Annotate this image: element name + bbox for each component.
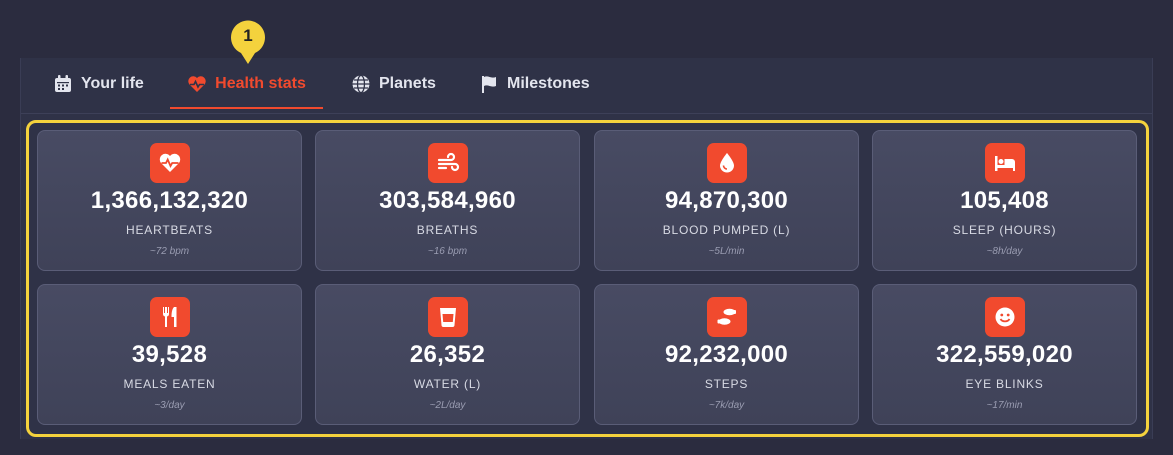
stat-rate: ~17/min: [986, 400, 1023, 411]
stat-rate: ~5L/min: [708, 246, 745, 257]
stat-card-steps: 92,232,000 STEPS ~7k/day: [594, 284, 859, 425]
stat-rate: ~8h/day: [986, 246, 1023, 257]
stat-value: 39,528: [131, 341, 208, 368]
footprints-icon: [717, 308, 736, 325]
stat-rate: ~16 bpm: [427, 246, 468, 257]
stat-value: 92,232,000: [664, 341, 789, 368]
stat-card-sleep: 105,408 SLEEP (HOURS) ~8h/day: [872, 130, 1137, 271]
stat-label: WATER (L): [413, 377, 482, 391]
bed-icon: [994, 156, 1015, 171]
stat-card-breaths: 303,584,960 BREATHS ~16 bpm: [315, 130, 580, 271]
stat-card-meals: 39,528 MEALS EATEN ~3/day: [37, 284, 302, 425]
blood-drop-icon: [719, 153, 734, 173]
utensils-icon: [162, 307, 176, 327]
heartbeat-icon: [188, 75, 206, 92]
globe-icon: [352, 74, 370, 93]
stat-label: MEALS EATEN: [123, 377, 216, 391]
stat-label: BLOOD PUMPED (L): [662, 223, 791, 237]
stat-label: HEARTBEATS: [126, 223, 213, 237]
stat-value: 1,366,132,320: [90, 187, 249, 214]
stat-rate: ~3/day: [154, 400, 185, 411]
stat-value: 322,559,020: [936, 341, 1073, 368]
stat-label: SLEEP (HOURS): [952, 223, 1057, 237]
tab-your-life[interactable]: Your life: [39, 58, 158, 109]
tab-label: Planets: [379, 74, 436, 92]
heartbeat-icon: [159, 153, 180, 172]
tab-milestones[interactable]: Milestones: [465, 58, 604, 109]
tab-bar: Your life Health stats Planets Milestone…: [21, 58, 1152, 114]
tab-planets[interactable]: Planets: [337, 58, 450, 109]
stat-label: BREATHS: [416, 223, 479, 237]
stat-label: EYE BLINKS: [965, 377, 1044, 391]
stat-rate: ~7k/day: [708, 400, 745, 411]
calendar-icon: [55, 74, 71, 92]
stat-card-water: 26,352 WATER (L) ~2L/day: [315, 284, 580, 425]
stat-value: 105,408: [960, 187, 1049, 214]
stat-card-blood-pumped: 94,870,300 BLOOD PUMPED (L) ~5L/min: [594, 130, 859, 271]
stat-value: 303,584,960: [379, 187, 516, 214]
stat-rate: ~2L/day: [429, 400, 466, 411]
flag-icon: [482, 75, 496, 93]
stat-value: 26,352: [409, 341, 486, 368]
stat-value: 94,870,300: [664, 187, 789, 214]
smile-icon: [995, 307, 1014, 327]
tab-label: Your life: [81, 74, 144, 92]
stat-card-eye-blinks: 322,559,020 EYE BLINKS ~17/min: [872, 284, 1137, 425]
stat-rate: ~72 bpm: [149, 246, 190, 257]
tab-label: Health stats: [215, 74, 306, 92]
stat-label: STEPS: [704, 377, 749, 391]
annotation-badge: 1: [229, 20, 267, 65]
glass-icon: [439, 308, 456, 327]
tab-label: Milestones: [507, 74, 590, 92]
stat-card-heartbeats: 1,366,132,320 HEARTBEATS ~72 bpm: [37, 130, 302, 271]
wind-icon: [437, 152, 459, 172]
